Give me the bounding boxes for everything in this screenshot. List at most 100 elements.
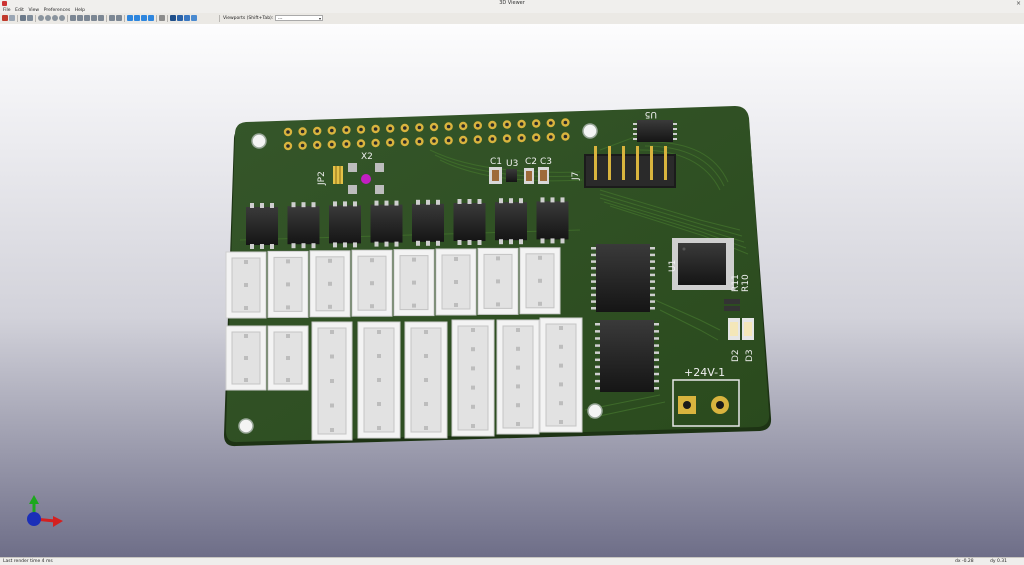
view-top-icon[interactable] <box>170 15 176 21</box>
window-close-button[interactable]: × <box>1016 0 1021 7</box>
opto-lead <box>250 244 254 249</box>
rotate-x-ccw-icon[interactable] <box>77 15 83 21</box>
connector-cavity <box>457 325 489 431</box>
header-pin-hole <box>534 135 538 140</box>
label-r10: R10 <box>741 274 751 292</box>
connector-pin <box>330 379 334 383</box>
opto-lead <box>270 244 274 249</box>
zoom-out-icon[interactable] <box>45 15 51 21</box>
opto-body <box>412 203 444 242</box>
j7-pin <box>636 160 639 180</box>
label-jp2: JP2 <box>317 171 327 186</box>
header-pin-hole <box>432 139 436 143</box>
soic-lead <box>654 372 659 376</box>
led-d3 <box>742 318 754 340</box>
header-pin-hole <box>388 126 393 131</box>
viewports-select[interactable]: --- ▾ <box>275 15 323 21</box>
soic-lead <box>595 344 600 347</box>
j7-pin <box>594 160 597 180</box>
viewports-label: Viewports (Shift+Tab): <box>223 15 274 21</box>
ortho-icon[interactable] <box>159 15 165 21</box>
flip-board-icon[interactable] <box>116 15 122 21</box>
soic-lead <box>654 323 659 326</box>
header-pin-hole <box>534 121 538 126</box>
view-back-icon[interactable] <box>191 15 197 21</box>
soic-lead <box>595 379 600 383</box>
close-icon[interactable] <box>2 15 8 21</box>
opto-lead <box>343 201 347 207</box>
window-title: 3D Viewer <box>499 0 525 6</box>
label-d2: D2 <box>731 349 741 362</box>
header-pin-hole <box>373 127 378 131</box>
connector-pin <box>454 257 458 261</box>
opto-lead <box>477 199 482 204</box>
rotate-y-icon[interactable] <box>84 15 90 21</box>
soic-lead <box>650 287 655 290</box>
connector-pin <box>286 305 290 310</box>
connector-pin <box>471 404 475 409</box>
header-pin-hole <box>315 143 320 147</box>
header-pin-hole <box>476 137 480 142</box>
viewports-select-value: --- <box>278 16 283 21</box>
header-pin-hole <box>563 120 568 125</box>
opto-body <box>370 204 403 243</box>
connector-pin <box>516 365 520 370</box>
zoom-in-icon[interactable] <box>38 15 44 21</box>
soic-lead <box>591 300 596 303</box>
connector-pin <box>516 384 520 389</box>
opto-lead <box>436 199 440 205</box>
rotate-z-icon[interactable] <box>98 15 104 21</box>
opto-lead <box>333 242 337 248</box>
copy-icon[interactable] <box>9 15 15 21</box>
opto-lead <box>416 199 420 205</box>
label-u1: U1 <box>668 260 678 272</box>
pan-left-icon[interactable] <box>127 15 133 21</box>
pan-down-icon[interactable] <box>148 15 154 21</box>
connector-pin <box>471 424 475 428</box>
pcb-render[interactable]: X2 JP2 C1 U3 C2 C3 J7 U5 U1 R11 R10 D2 D… <box>0 24 1024 557</box>
opto-lead <box>311 202 316 208</box>
header-pin-hole <box>300 143 305 148</box>
pan-right-icon[interactable] <box>134 15 140 21</box>
soic-lead <box>595 372 600 376</box>
header-pin-hole <box>519 122 524 126</box>
header-pin-hole <box>461 124 466 128</box>
header-pin-hole <box>286 130 290 134</box>
opto-lead <box>477 240 482 245</box>
header-pin-hole <box>563 134 568 139</box>
connector-pin <box>377 378 381 382</box>
opto-lead <box>343 242 347 248</box>
chevron-down-icon: ▾ <box>318 16 321 21</box>
rotate-x-icon[interactable] <box>70 15 76 21</box>
3d-viewport[interactable]: X2 JP2 C1 U3 C2 C3 J7 U5 U1 R11 R10 D2 D… <box>0 24 1024 557</box>
rotate-z-ccw-icon[interactable] <box>109 15 115 21</box>
opto-lead <box>499 198 503 204</box>
header-pin-hole <box>388 140 393 145</box>
connector-pin <box>330 354 334 359</box>
label-c1: C1 <box>490 157 502 167</box>
header-pin-hole <box>330 128 334 133</box>
header-pin-hole <box>490 137 495 141</box>
soic-lead <box>654 337 659 340</box>
header-pin-hole <box>403 126 407 130</box>
connector-pin <box>424 426 428 430</box>
redraw-icon[interactable] <box>27 15 33 21</box>
rotate-y-ccw-icon[interactable] <box>91 15 97 21</box>
header-pin-hole <box>315 129 320 133</box>
pan-up-icon[interactable] <box>141 15 147 21</box>
zoom-auto-icon[interactable] <box>59 15 65 21</box>
header-pin-hole <box>344 128 349 132</box>
opto-lead <box>353 201 357 207</box>
header-pin-hole <box>549 121 553 125</box>
label-c3: C3 <box>540 157 552 167</box>
header-pin-hole <box>403 140 407 144</box>
view-front-icon[interactable] <box>184 15 190 21</box>
connector-pin <box>516 422 520 426</box>
connector-pin <box>516 328 520 332</box>
connector-pin <box>454 280 458 284</box>
reload-icon[interactable] <box>20 15 26 21</box>
zoom-fit-icon[interactable] <box>52 15 58 21</box>
view-bottom-icon[interactable] <box>177 15 183 21</box>
toolbar-separator <box>167 15 168 22</box>
soic-lead <box>650 260 655 263</box>
